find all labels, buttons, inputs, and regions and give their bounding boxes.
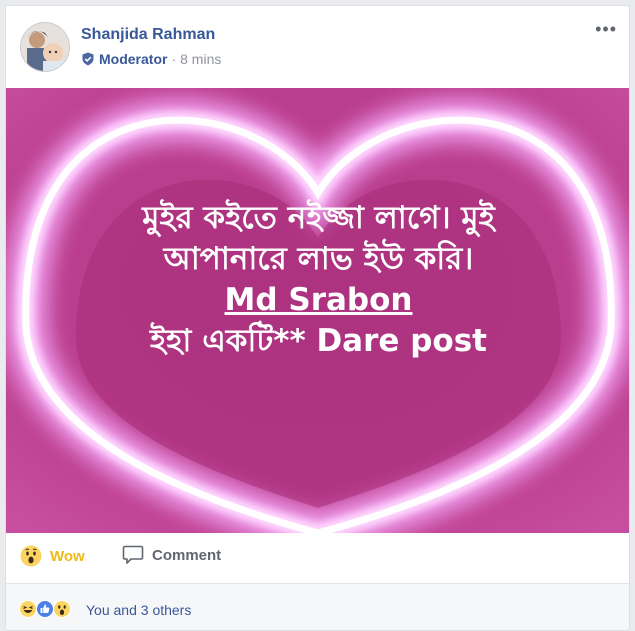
avatar[interactable] <box>20 22 70 72</box>
author-name[interactable]: Shanjida Rahman <box>81 26 215 44</box>
caption-line-1: মুইর কইতে নইজ্জা লাগে। মুই <box>142 200 495 236</box>
comment-label: Comment <box>152 546 222 564</box>
comment-bubble-icon <box>122 545 144 564</box>
avatar-photo-icon <box>21 23 69 71</box>
like-thumb-icon <box>36 600 54 618</box>
wow-reaction-button[interactable]: Wow <box>20 545 85 567</box>
caption-name: Md Srabon <box>224 282 413 318</box>
wow-emoji-small-icon <box>53 600 71 618</box>
reaction-icons[interactable] <box>19 600 71 618</box>
comment-button[interactable]: Comment <box>122 545 221 565</box>
caption-line-2: আপানারে লাভ ইউ করি। <box>163 241 474 277</box>
wow-emoji-icon <box>20 545 42 567</box>
more-options-icon[interactable]: ••• <box>595 20 617 38</box>
post-actions: Wow Comment <box>6 533 629 584</box>
moderator-label[interactable]: Moderator <box>99 51 167 67</box>
post-meta: Moderator · 8 mins <box>81 51 221 67</box>
post-time[interactable]: 8 mins <box>180 51 221 67</box>
meta-separator: · <box>171 51 177 67</box>
haha-emoji-icon <box>19 600 37 618</box>
post-image[interactable]: মুইর কইতে নইজ্জা লাগে। মুই আপানারে লাভ ই… <box>6 88 629 533</box>
post-card: Shanjida Rahman Moderator · 8 mins ••• ম… <box>5 5 630 631</box>
reaction-summary-text[interactable]: You and 3 others <box>86 602 191 618</box>
moderator-badge-icon <box>82 52 94 66</box>
reaction-summary: You and 3 others <box>6 584 629 630</box>
caption-line-4: ইহা একটি** Dare post <box>150 323 487 359</box>
post-header: Shanjida Rahman Moderator · 8 mins ••• <box>6 6 629 88</box>
wow-label: Wow <box>50 547 85 565</box>
post-caption: মুইর কইতে নইজ্জা লাগে। মুই আপানারে লাভ ই… <box>6 198 629 362</box>
